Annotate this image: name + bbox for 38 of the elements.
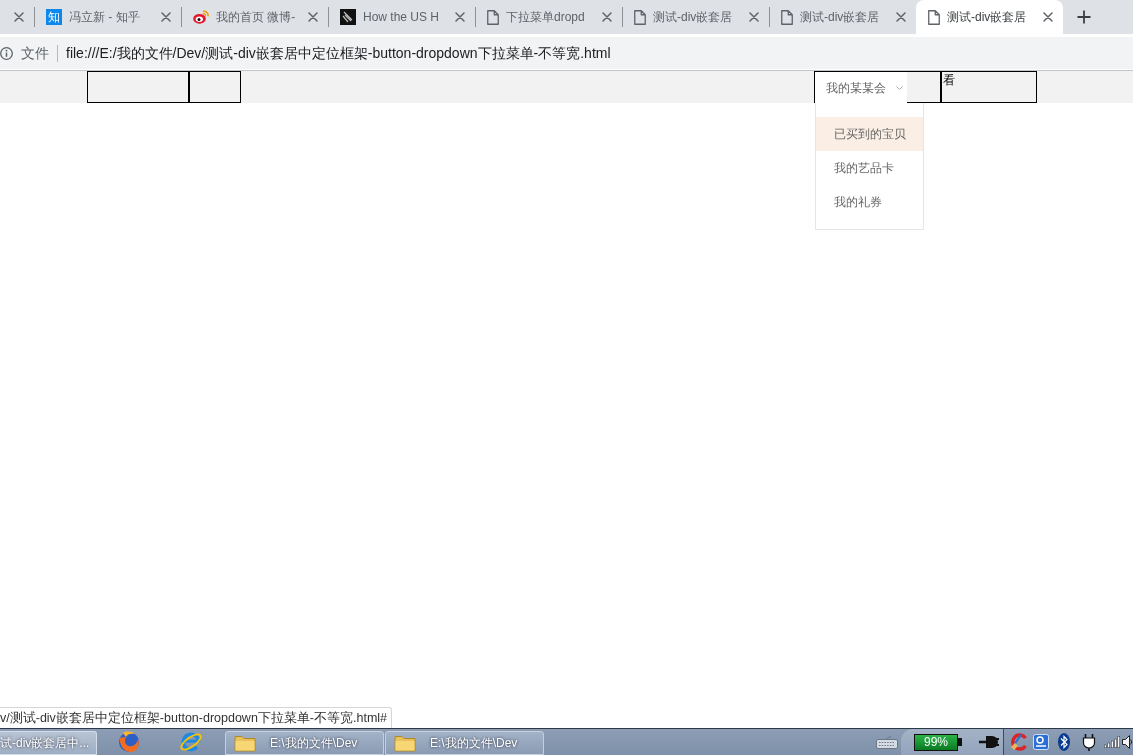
document-icon (781, 9, 793, 25)
plug-icon[interactable] (978, 735, 1000, 749)
info-icon[interactable] (0, 46, 13, 60)
brush-icon[interactable] (1010, 733, 1028, 751)
chevron-down-icon (896, 85, 903, 90)
close-icon[interactable] (14, 12, 24, 22)
close-icon[interactable] (602, 12, 612, 22)
close-icon[interactable] (749, 12, 759, 22)
dropdown-item[interactable]: 已买到的宝贝 (816, 117, 923, 151)
fox-globe-icon[interactable] (116, 730, 141, 754)
plus-icon[interactable] (1077, 10, 1091, 24)
folder-icon (234, 734, 256, 752)
bluetooth-icon[interactable] (1058, 733, 1070, 751)
stripes-tile-icon (340, 9, 356, 25)
eye-logo-icon (193, 10, 209, 24)
dropdown-button[interactable]: 我的某某会 (815, 72, 907, 103)
outlined-panel: 看 (941, 71, 1037, 103)
close-icon[interactable] (161, 12, 171, 22)
document-icon (487, 9, 499, 25)
status-bubble: v/测试-div嵌套居中定位框架-button-dropdown下拉菜单-不等宽.html# (0, 707, 393, 728)
document-icon (634, 9, 646, 25)
site-favicon: 知 (46, 9, 62, 25)
close-icon[interactable] (896, 12, 906, 22)
folder-icon (394, 734, 416, 752)
address-bar[interactable]: 文件 file:///E:/我的文件/Dev/测试-div嵌套居中定位框架-button-dropdown下拉菜单-不等宽.html (0, 37, 1133, 69)
page-info-label[interactable]: 文件 (21, 42, 49, 64)
close-icon[interactable] (455, 12, 465, 22)
speaker-icon[interactable] (1122, 735, 1133, 749)
dropdown-item[interactable]: 我的艺品卡 (816, 151, 923, 185)
ring-tile-icon[interactable] (1033, 734, 1049, 750)
signal-icon[interactable] (1104, 736, 1120, 748)
browser-tab[interactable]: 测试-div嵌套居 (916, 0, 1063, 34)
document-icon (928, 9, 940, 25)
close-icon[interactable] (1043, 12, 1053, 22)
power-plug-icon[interactable] (1082, 733, 1096, 751)
close-icon[interactable] (308, 12, 318, 22)
dropdown-item[interactable]: 我的礼券 (816, 185, 923, 219)
keyboard-icon[interactable] (876, 735, 898, 749)
